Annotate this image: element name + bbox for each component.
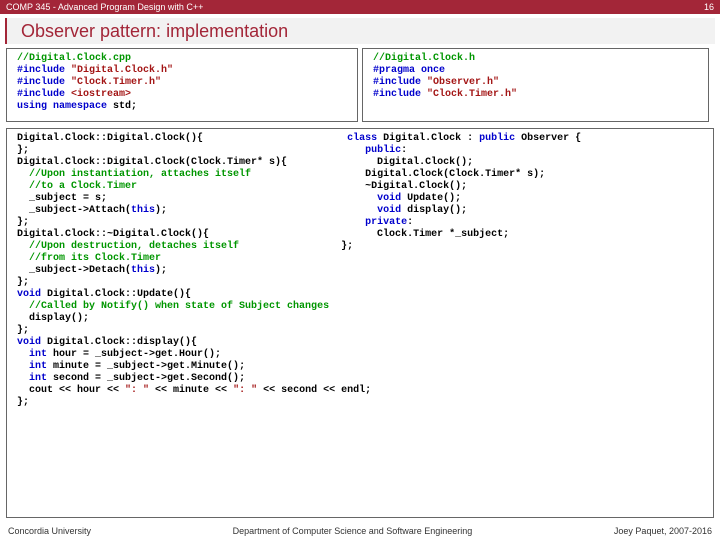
- code-cpp-includes: //Digital.Clock.cpp #include "Digital.Cl…: [6, 48, 358, 122]
- course-title: COMP 345 - Advanced Program Design with …: [6, 0, 203, 14]
- code-main-box: Digital.Clock::Digital.Clock(){ class Di…: [6, 128, 714, 518]
- code-h-includes: //Digital.Clock.h #pragma once #include …: [362, 48, 709, 122]
- footer-university: Concordia University: [8, 526, 91, 536]
- slide-header: COMP 345 - Advanced Program Design with …: [0, 0, 720, 14]
- footer-author: Joey Paquet, 2007-2016: [614, 526, 712, 536]
- slide-content: //Digital.Clock.cpp #include "Digital.Cl…: [6, 48, 714, 518]
- footer-department: Department of Computer Science and Softw…: [233, 526, 473, 536]
- slide-title: Observer pattern: implementation: [5, 18, 715, 44]
- slide-footer: Concordia University Department of Compu…: [0, 526, 720, 536]
- slide-number: 16: [704, 0, 714, 14]
